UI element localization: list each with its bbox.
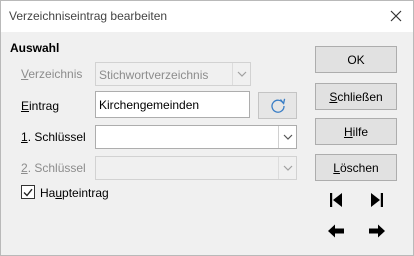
eintrag-label-mnemonic: E xyxy=(21,99,30,113)
help-button[interactable]: Hilfe xyxy=(315,118,397,145)
chevron-down-icon xyxy=(237,71,246,77)
hilfe-mnemonic: H xyxy=(343,124,353,139)
eintrag-input[interactable] xyxy=(99,98,244,112)
verzeichnis-dropdown-button[interactable] xyxy=(232,63,250,85)
eintrag-label: Eintrag xyxy=(21,99,59,113)
close-icon xyxy=(390,10,402,22)
schluessel2-label: 2. Schlüssel xyxy=(21,161,86,175)
hilfe-label: ilfe xyxy=(352,124,368,139)
schluessel1-label: 1. Schlüssel xyxy=(21,130,86,144)
verzeichnis-select[interactable]: Stichwortverzeichnis xyxy=(95,62,251,86)
schliessen-label: chließen xyxy=(337,89,383,104)
last-entry-button[interactable] xyxy=(364,189,389,211)
loeschen-label: öschen xyxy=(339,160,379,175)
skip-to-last-icon xyxy=(370,193,383,207)
refresh-icon xyxy=(270,98,285,113)
verzeichnis-label-text: erzeichnis xyxy=(28,67,83,81)
schluessel2-label-text: . Schlüssel xyxy=(27,161,86,175)
ok-button-label: OK xyxy=(347,52,365,67)
chevron-down-icon xyxy=(283,165,292,171)
delete-button[interactable]: Löschen xyxy=(315,154,397,181)
close-button[interactable] xyxy=(385,5,407,27)
dialog-title: Verzeichniseintrag bearbeiten xyxy=(9,9,168,23)
arrow-left-icon xyxy=(327,224,344,238)
schluessel1-dropdown-button[interactable] xyxy=(278,126,296,148)
section-title-auswahl: Auswahl xyxy=(10,41,60,55)
haupteintrag-label[interactable]: Haupteintrag xyxy=(40,186,109,200)
checkmark-icon xyxy=(23,188,33,197)
schluessel2-dropdown-button[interactable] xyxy=(278,157,296,179)
next-entry-button[interactable] xyxy=(364,220,389,242)
schluessel2-label-mnemonic: 2 xyxy=(21,161,28,175)
schluessel1-label-text: . Schlüssel xyxy=(27,130,86,144)
chevron-down-icon xyxy=(283,134,292,140)
haupteintrag-label-pre: Ha xyxy=(40,186,56,200)
haupteintrag-checkbox[interactable] xyxy=(21,185,35,199)
skip-to-first-icon xyxy=(329,193,342,207)
schliessen-mnemonic: S xyxy=(329,89,338,104)
schluessel1-combobox[interactable] xyxy=(95,125,297,149)
update-entry-button[interactable] xyxy=(258,92,297,119)
previous-entry-button[interactable] xyxy=(323,220,348,242)
loeschen-mnemonic: L xyxy=(333,160,340,175)
close-dialog-button[interactable]: Schließen xyxy=(315,83,397,110)
title-bar: Verzeichniseintrag bearbeiten xyxy=(1,1,413,32)
arrow-right-icon xyxy=(368,224,385,238)
haupteintrag-label-text: pteintrag xyxy=(62,186,109,200)
first-entry-button[interactable] xyxy=(323,189,348,211)
ok-button[interactable]: OK xyxy=(315,46,397,73)
verzeichnis-label: Verzeichnis xyxy=(21,67,82,81)
eintrag-label-text: intrag xyxy=(29,99,60,113)
edit-index-entry-dialog: Verzeichniseintrag bearbeiten Auswahl Ve… xyxy=(0,0,414,256)
schluessel1-label-mnemonic: 1 xyxy=(21,130,28,144)
verzeichnis-value: Stichwortverzeichnis xyxy=(99,68,209,82)
eintrag-field[interactable] xyxy=(95,91,250,118)
schluessel2-combobox[interactable] xyxy=(95,156,297,180)
